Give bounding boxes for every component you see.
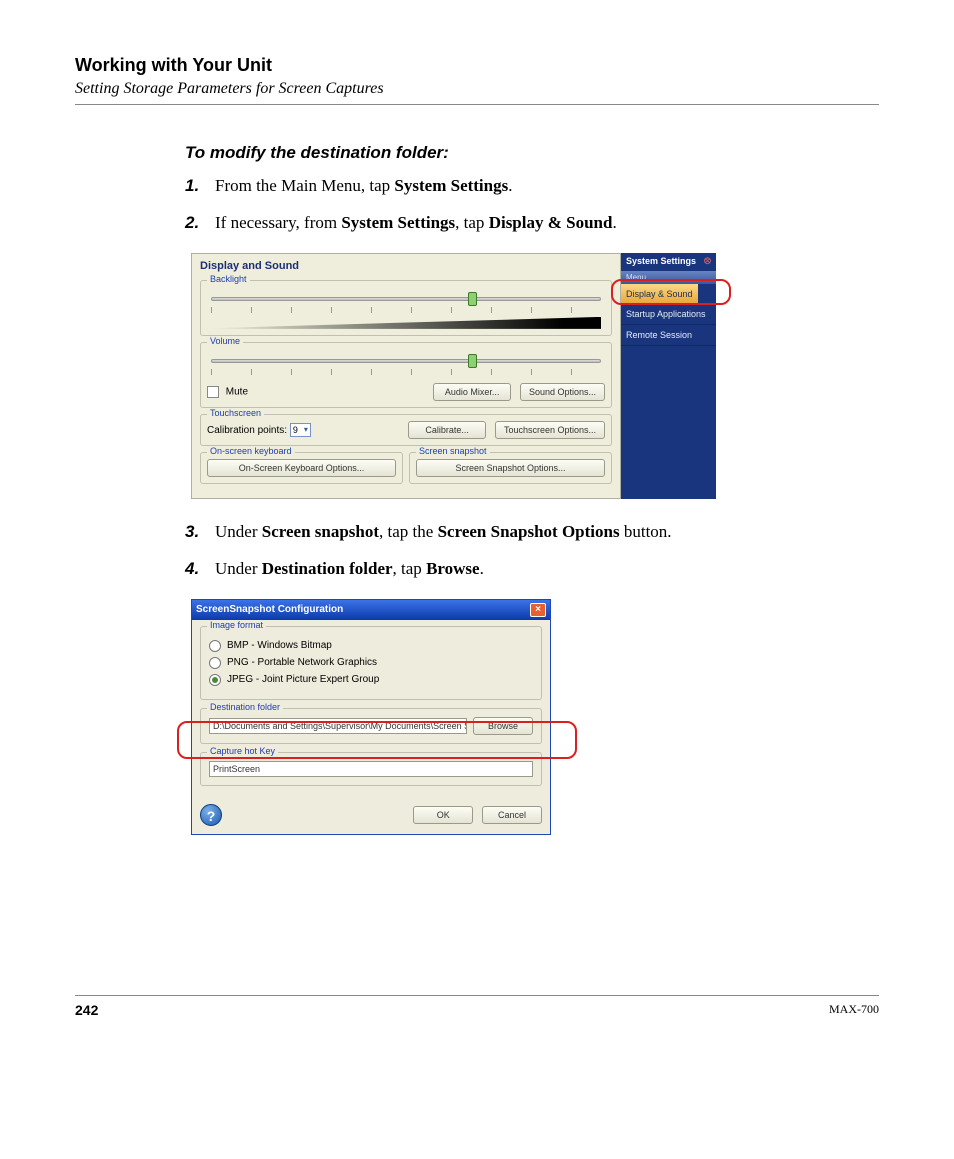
cancel-button[interactable]: Cancel (482, 806, 542, 824)
dialog-title: ScreenSnapshot Configuration (196, 604, 343, 615)
backlight-slider[interactable] (211, 297, 601, 301)
step-text: Under (215, 522, 262, 541)
calibration-select[interactable]: 9 ▾ (290, 423, 311, 437)
group-legend: Image format (207, 620, 266, 630)
image-format-group: Image format BMP - Windows Bitmap PNG - … (200, 626, 542, 700)
step-text: . (508, 176, 512, 195)
hotkey-input[interactable]: PrintScreen (209, 761, 533, 777)
touchscreen-group: Touchscreen Calibration points: 9 ▾ Cali (200, 414, 612, 446)
step-bold: Browse (426, 559, 480, 578)
step-text: From the Main Menu, tap (215, 176, 394, 195)
destination-path-input[interactable]: D:\Documents and Settings\Supervisor\My … (209, 718, 467, 734)
side-item-startup-applications[interactable]: Startup Applications (621, 304, 716, 325)
step-4: 4. Under Destination folder, tap Browse. (185, 558, 849, 581)
step-text: . (612, 213, 616, 232)
close-button[interactable]: × (530, 603, 546, 617)
help-icon[interactable]: ? (200, 804, 222, 826)
group-legend: Volume (207, 336, 243, 346)
side-menu-label: Menu (621, 271, 716, 284)
step-number: 1. (185, 175, 215, 198)
section-subtitle: Setting Storage Parameters for Screen Ca… (75, 80, 879, 98)
step-text: button. (620, 522, 672, 541)
side-panel-title: System Settings (626, 257, 696, 267)
ok-button[interactable]: OK (413, 806, 473, 824)
step-3: 3. Under Screen snapshot, tap the Screen… (185, 521, 849, 544)
section-title: Working with Your Unit (75, 55, 879, 76)
radio-label: PNG - Portable Network Graphics (227, 657, 377, 668)
screenshot-snapshot-config: ScreenSnapshot Configuration × Image for… (191, 599, 849, 835)
procedure-title: To modify the destination folder: (185, 143, 849, 163)
calibration-label: Calibration points: (207, 425, 287, 436)
group-legend: Screen snapshot (416, 446, 490, 456)
step-text: , tap (455, 213, 489, 232)
side-panel: System Settings ⮾ Menu Display & Sound S… (621, 253, 716, 499)
chevron-down-icon: ▾ (304, 425, 308, 434)
audio-mixer-button[interactable]: Audio Mixer... (433, 383, 511, 401)
step-number: 3. (185, 521, 215, 544)
window-title: Display and Sound (200, 260, 612, 272)
step-text: , tap (393, 559, 427, 578)
step-text: Under (215, 559, 262, 578)
brightness-wedge-icon (211, 317, 601, 329)
step-number: 2. (185, 212, 215, 235)
mute-label: Mute (226, 387, 248, 398)
destination-folder-group: Destination folder D:\Documents and Sett… (200, 708, 542, 744)
screen-snapshot-group: Screen snapshot Screen Snapshot Options.… (409, 452, 612, 484)
browse-button[interactable]: Browse (473, 717, 533, 735)
step-text: If necessary, from (215, 213, 341, 232)
step-1: 1. From the Main Menu, tap System Settin… (185, 175, 849, 198)
touchscreen-options-button[interactable]: Touchscreen Options... (495, 421, 605, 439)
radio-label: JPEG - Joint Picture Expert Group (227, 674, 379, 685)
group-legend: Destination folder (207, 702, 283, 712)
group-legend: On-screen keyboard (207, 446, 295, 456)
step-bold: Screen Snapshot Options (438, 522, 620, 541)
close-icon[interactable]: ⮾ (704, 257, 711, 267)
step-bold: Destination folder (262, 559, 393, 578)
radio-png[interactable] (209, 657, 221, 669)
calibrate-button[interactable]: Calibrate... (408, 421, 486, 439)
step-bold: Screen snapshot (262, 522, 379, 541)
group-legend: Capture hot Key (207, 746, 278, 756)
page-number: 242 (75, 1002, 98, 1018)
capture-hotkey-group: Capture hot Key PrintScreen (200, 752, 542, 786)
group-legend: Touchscreen (207, 408, 264, 418)
step-bold: System Settings (341, 213, 455, 232)
volume-slider[interactable] (211, 359, 601, 363)
page-footer: 242 MAX-700 (75, 995, 879, 1018)
backlight-group: Backlight (200, 280, 612, 336)
step-text: , tap the (379, 522, 438, 541)
side-item-remote-session[interactable]: Remote Session (621, 325, 716, 346)
screen-snapshot-options-button[interactable]: Screen Snapshot Options... (416, 459, 605, 477)
step-number: 4. (185, 558, 215, 581)
mute-checkbox[interactable] (207, 386, 219, 398)
side-item-display-sound[interactable]: Display & Sound (621, 284, 698, 304)
volume-group: Volume Mute Audio Mixer... (200, 342, 612, 408)
onscreen-keyboard-group: On-screen keyboard On-Screen Keyboard Op… (200, 452, 403, 484)
slider-ticks (211, 307, 601, 313)
radio-label: BMP - Windows Bitmap (227, 640, 332, 651)
step-2: 2. If necessary, from System Settings, t… (185, 212, 849, 235)
step-bold: Display & Sound (489, 213, 613, 232)
slider-ticks (211, 369, 601, 375)
radio-bmp[interactable] (209, 640, 221, 652)
step-text: . (480, 559, 484, 578)
group-legend: Backlight (207, 274, 250, 284)
onscreen-keyboard-options-button[interactable]: On-Screen Keyboard Options... (207, 459, 396, 477)
model-label: MAX-700 (829, 1002, 879, 1018)
slider-thumb-icon[interactable] (468, 292, 477, 306)
slider-thumb-icon[interactable] (468, 354, 477, 368)
screenshot-display-sound: Display and Sound Backlight Volume (191, 253, 849, 499)
select-value: 9 (293, 425, 298, 435)
radio-jpeg[interactable] (209, 674, 221, 686)
step-bold: System Settings (394, 176, 508, 195)
sound-options-button[interactable]: Sound Options... (520, 383, 605, 401)
